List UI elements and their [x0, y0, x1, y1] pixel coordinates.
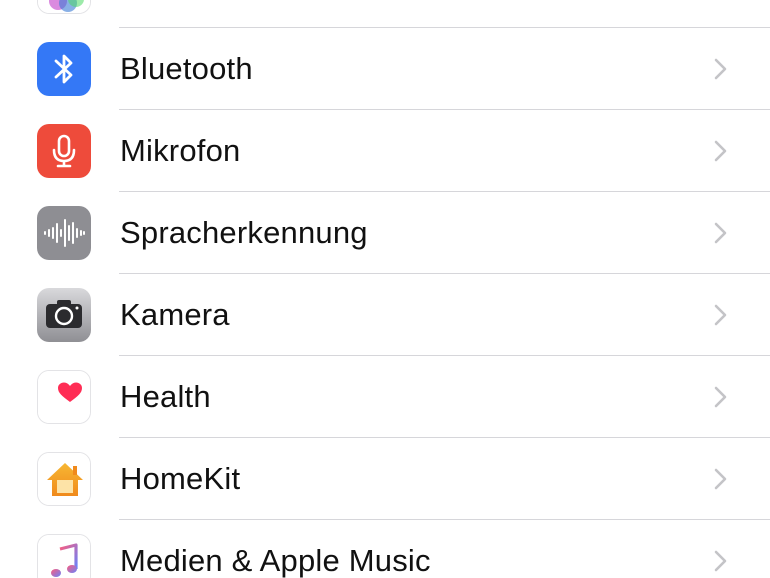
chevron-right-icon	[712, 221, 730, 245]
camera-icon	[37, 288, 91, 342]
list-item-label: HomeKit	[120, 461, 241, 496]
chevron-right-icon	[712, 139, 730, 163]
list-item-label: Bluetooth	[120, 51, 253, 86]
chevron-right-icon	[712, 57, 730, 81]
list-item-kamera[interactable]: Kamera	[0, 274, 770, 356]
list-item-spracherkennung[interactable]: Spracherkennung	[0, 192, 770, 274]
list-item-label: Medien & Apple Music	[120, 543, 431, 578]
chevron-right-icon	[712, 467, 730, 491]
list-item-label: Spracherkennung	[120, 215, 368, 250]
chevron-right-icon	[712, 549, 730, 573]
list-item-mikrofon[interactable]: Mikrofon	[0, 110, 770, 192]
settings-screen: Siri Bluetooth	[0, 0, 770, 578]
music-note-icon	[37, 534, 91, 578]
chevron-right-icon	[712, 385, 730, 409]
list-item-label: Mikrofon	[120, 133, 241, 168]
list-item-label: Kamera	[120, 297, 230, 332]
heart-icon	[37, 370, 91, 424]
list-item-homekit[interactable]: HomeKit	[0, 438, 770, 520]
list-item-label: Health	[120, 379, 211, 414]
list-item-health[interactable]: Health	[0, 356, 770, 438]
chevron-right-icon	[712, 303, 730, 327]
list-item-bluetooth[interactable]: Bluetooth	[0, 28, 770, 110]
privacy-settings-list: Siri Bluetooth	[0, 0, 770, 578]
microphone-icon	[37, 124, 91, 178]
list-item-label: Siri	[120, 0, 166, 28]
list-item-medien-apple-music[interactable]: Medien & Apple Music	[0, 520, 770, 578]
waveform-icon	[37, 206, 91, 260]
siri-icon	[37, 0, 91, 14]
bluetooth-icon	[37, 42, 91, 96]
home-icon	[37, 452, 91, 506]
list-item-siri[interactable]: Siri	[0, 0, 770, 28]
